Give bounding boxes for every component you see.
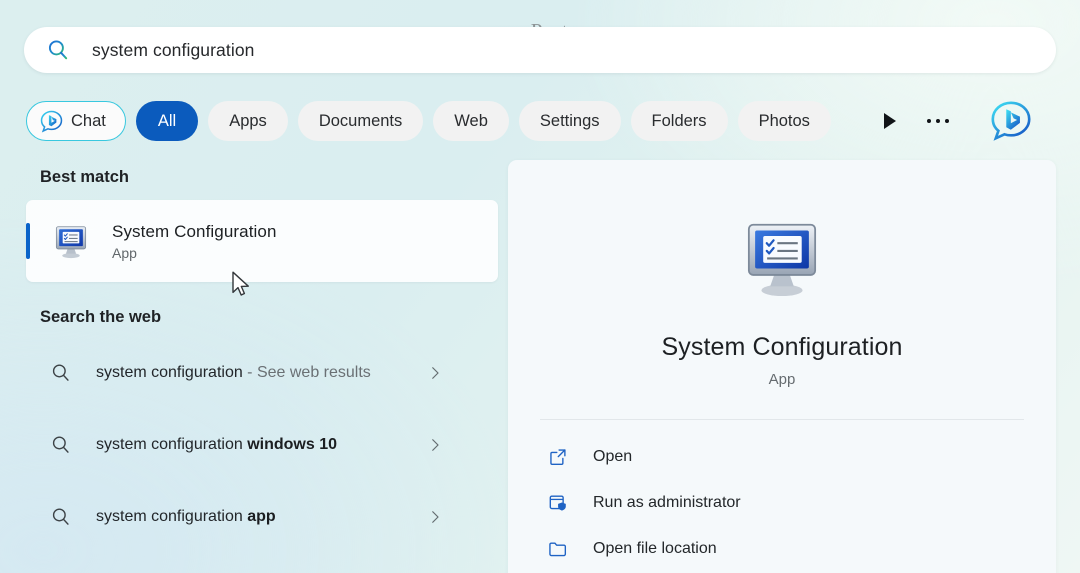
tab-folders[interactable]: Folders xyxy=(630,101,728,141)
tab-apps-label: Apps xyxy=(229,111,267,130)
filter-tabs: Chat All Apps Documents Web Settings Fol… xyxy=(26,99,831,143)
search-input[interactable]: system configuration xyxy=(92,40,255,61)
bing-chat-icon xyxy=(40,110,63,133)
open-external-icon xyxy=(547,446,569,468)
best-match-heading: Best match xyxy=(40,168,129,186)
more-options-icon xyxy=(926,118,950,124)
toolbar-actions xyxy=(866,99,1032,143)
web-result-row[interactable]: system configuration - See web results xyxy=(26,337,498,409)
action-run-as-administrator-label: Run as administrator xyxy=(593,494,741,511)
tab-all[interactable]: All xyxy=(135,101,199,141)
bing-chat-button[interactable] xyxy=(990,100,1032,142)
best-match-result[interactable]: System Configuration App xyxy=(26,200,498,282)
tab-photos-label: Photos xyxy=(758,111,810,130)
tab-photos[interactable]: Photos xyxy=(737,101,831,141)
action-open[interactable]: Open xyxy=(508,434,1056,480)
forward-arrow-icon xyxy=(884,113,896,129)
web-result-query: system configuration xyxy=(96,363,243,381)
tab-chat-label: Chat xyxy=(71,111,106,130)
system-configuration-icon xyxy=(52,222,90,260)
action-open-label: Open xyxy=(593,448,633,465)
web-result-label: system configuration app xyxy=(96,506,426,529)
selection-indicator xyxy=(26,223,30,259)
chevron-right-icon xyxy=(426,508,444,526)
search-icon xyxy=(50,506,72,528)
web-result-row[interactable]: system configuration windows 10 xyxy=(26,409,498,481)
preview-hero: System Configuration App xyxy=(508,160,1056,388)
tab-folders-label: Folders xyxy=(651,111,707,130)
more-options-button[interactable] xyxy=(914,99,962,143)
search-bar[interactable]: system configuration xyxy=(24,27,1056,73)
forward-arrow-button[interactable] xyxy=(866,99,914,143)
search-the-web-heading: Search the web xyxy=(40,308,162,326)
preview-panel: System Configuration App Open Run as adm… xyxy=(508,160,1056,573)
folder-icon xyxy=(547,538,569,560)
tab-apps[interactable]: Apps xyxy=(208,101,288,141)
web-result-label: system configuration windows 10 xyxy=(96,434,426,457)
tab-web[interactable]: Web xyxy=(433,101,509,141)
tab-documents[interactable]: Documents xyxy=(297,101,424,141)
preview-actions: Open Run as administrator Open file loca… xyxy=(508,420,1056,572)
best-match-text: System Configuration App xyxy=(112,222,277,261)
action-open-file-location-label: Open file location xyxy=(593,540,717,557)
action-open-file-location[interactable]: Open file location xyxy=(508,526,1056,572)
web-result-query: system configuration xyxy=(96,507,248,525)
preview-subtitle: App xyxy=(768,371,796,388)
web-result-suffix: - See web results xyxy=(242,363,371,381)
web-result-query: system configuration xyxy=(96,435,248,453)
tab-chat[interactable]: Chat xyxy=(26,101,126,141)
best-match-subtitle: App xyxy=(112,244,137,261)
shield-admin-icon xyxy=(547,492,569,514)
mouse-cursor xyxy=(230,270,254,300)
tab-all-label: All xyxy=(157,111,177,130)
search-icon xyxy=(50,362,72,384)
preview-title: System Configuration xyxy=(661,333,903,361)
tab-documents-label: Documents xyxy=(318,111,403,130)
web-result-suffix: app xyxy=(247,507,276,525)
tab-settings[interactable]: Settings xyxy=(518,101,621,141)
results-column: Best match System Configuration App Sear… xyxy=(26,168,498,553)
search-icon xyxy=(46,38,70,62)
action-run-as-administrator[interactable]: Run as administrator xyxy=(508,480,1056,526)
search-icon xyxy=(50,434,72,456)
tab-settings-label: Settings xyxy=(539,111,600,130)
best-match-title: System Configuration xyxy=(112,221,277,241)
web-result-suffix: windows 10 xyxy=(247,435,337,453)
web-result-label: system configuration - See web results xyxy=(96,362,426,385)
system-configuration-icon xyxy=(739,223,825,304)
tab-web-label: Web xyxy=(454,111,488,130)
chevron-right-icon xyxy=(426,364,444,382)
web-result-row[interactable]: system configuration app xyxy=(26,481,498,553)
chevron-right-icon xyxy=(426,436,444,454)
